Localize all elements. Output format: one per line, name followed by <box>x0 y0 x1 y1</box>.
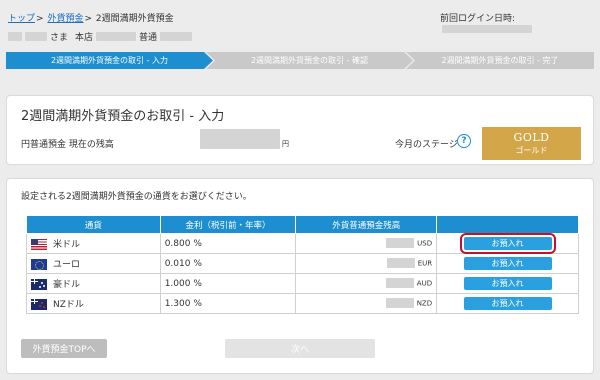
honorific: さま <box>50 33 69 43</box>
step-input: 2週間満期外貨預金の取引 - 入力 <box>6 52 213 69</box>
currency-name: NZドル <box>53 300 84 310</box>
instruction-text: 設定される2週間満期外貨預金の通貨をお選びください。 <box>21 192 252 202</box>
au-flag-icon <box>31 279 47 290</box>
breadcrumb-separator: > <box>84 14 92 24</box>
currency-cell: ユーロ <box>26 253 161 274</box>
table-row: 米ドル 0.800 % USD お預入れ <box>26 233 579 254</box>
currency-select-panel: 設定される2週間満期外貨預金の通貨をお選びください。 通貨 金利（税引前・年率）… <box>6 178 594 374</box>
action-cell: お預入れ <box>436 293 579 314</box>
currency-name: 豪ドル <box>53 280 81 290</box>
rate-cell: 0.010 % <box>159 253 297 274</box>
breadcrumb-top-link[interactable]: トップ <box>8 14 35 24</box>
rate-cell: 1.000 % <box>159 273 297 294</box>
currency-name: 米ドル <box>53 240 81 250</box>
help-icon[interactable]: ? <box>457 134 471 148</box>
step-confirm: 2週間満期外貨預金の取引 - 確認 <box>206 52 413 69</box>
nz-flag-icon <box>31 299 47 310</box>
balance-label: 円普通預金 現在の残高 <box>21 140 114 150</box>
user-info: さま 本店 普通 <box>8 30 193 43</box>
rate-cell: 1.300 % <box>159 293 297 314</box>
currency-unit: USD <box>417 239 433 248</box>
action-cell: お預入れ <box>436 253 579 274</box>
user-name-redacted <box>8 32 22 41</box>
table-row: ユーロ 0.010 % EUR お預入れ <box>26 253 579 274</box>
last-login: 前回ログイン日時: <box>440 11 600 34</box>
step-complete: 2週間満期外貨預金の取引 - 完了 <box>406 52 594 69</box>
column-currency: 通貨 <box>26 215 161 234</box>
balance-redacted <box>200 129 280 149</box>
balance-value: 円 <box>200 129 289 149</box>
currency-cell: NZドル <box>26 293 161 314</box>
currency-unit: EUR <box>417 259 433 268</box>
column-balance: 外貨普通預金残高 <box>295 215 438 234</box>
deposit-button-eur[interactable]: お預入れ <box>463 257 552 270</box>
balance-cell: AUD <box>295 273 438 294</box>
balance-redacted <box>386 258 415 269</box>
page-title: 2週間満期外貨預金のお取引 - 入力 <box>21 109 225 124</box>
action-cell: お預入れ <box>436 233 579 254</box>
stage-name-jp: ゴールド <box>515 146 548 155</box>
last-login-label: 前回ログイン日時: <box>440 14 516 24</box>
summary-panel: 2週間満期外貨預金のお取引 - 入力 円普通預金 現在の残高 円 今月のステージ… <box>6 95 594 165</box>
column-rate: 金利（税引前・年率） <box>159 215 297 234</box>
currency-table: 通貨 金利（税引前・年率） 外貨普通預金残高 米ドル 0.800 % USD お… <box>26 215 579 314</box>
rate-cell: 0.800 % <box>159 233 297 254</box>
deposit-button-aud[interactable]: お預入れ <box>463 277 552 290</box>
breadcrumb-separator: > <box>36 14 44 24</box>
balance-redacted <box>386 238 415 249</box>
breadcrumb: トップ> 外貨預金> 2週間満期外貨預金 <box>8 11 174 24</box>
branch-redacted <box>96 32 137 41</box>
foreign-deposit-top-button[interactable]: 外貨預金TOPへ <box>21 339 107 358</box>
currency-name: ユーロ <box>53 260 81 270</box>
currency-cell: 豪ドル <box>26 273 161 294</box>
balance-redacted <box>385 278 414 289</box>
next-button[interactable]: 次へ <box>225 339 375 358</box>
deposit-button-nzd[interactable]: お預入れ <box>463 297 552 310</box>
stage-label: 今月のステージ <box>395 140 458 150</box>
us-flag-icon <box>31 239 47 250</box>
balance-unit: 円 <box>282 140 289 148</box>
table-row: 豪ドル 1.000 % AUD お預入れ <box>26 273 579 294</box>
currency-cell: 米ドル <box>26 233 161 254</box>
currency-unit: NZD <box>416 299 433 308</box>
table-header-row: 通貨 金利（税引前・年率） 外貨普通預金残高 <box>26 215 579 234</box>
action-cell: お預入れ <box>436 273 579 294</box>
balance-cell: USD <box>295 233 438 254</box>
stage-name: GOLD <box>513 131 550 144</box>
progress-steps: 2週間満期外貨預金の取引 - 入力 2週間満期外貨預金の取引 - 確認 2週間満… <box>6 52 594 69</box>
deposit-button-usd[interactable]: お預入れ <box>459 233 556 254</box>
breadcrumb-foreign-link[interactable]: 外貨預金 <box>47 14 83 24</box>
user-name-redacted <box>25 32 47 41</box>
currency-unit: AUD <box>416 279 433 288</box>
balance-cell: EUR <box>295 253 438 274</box>
account-number-redacted <box>160 32 193 41</box>
breadcrumb-current: 2週間満期外貨預金 <box>95 14 174 24</box>
balance-redacted <box>385 298 414 309</box>
account-type: 普通 <box>139 33 158 43</box>
balance-cell: NZD <box>295 293 438 314</box>
table-row: NZドル 1.300 % NZD お預入れ <box>26 293 579 314</box>
stage-badge: GOLD ゴールド <box>482 127 581 160</box>
last-login-value-redacted <box>442 24 532 33</box>
eu-flag-icon <box>31 259 47 270</box>
column-action <box>436 215 579 234</box>
branch-label: 本店 <box>75 33 94 43</box>
